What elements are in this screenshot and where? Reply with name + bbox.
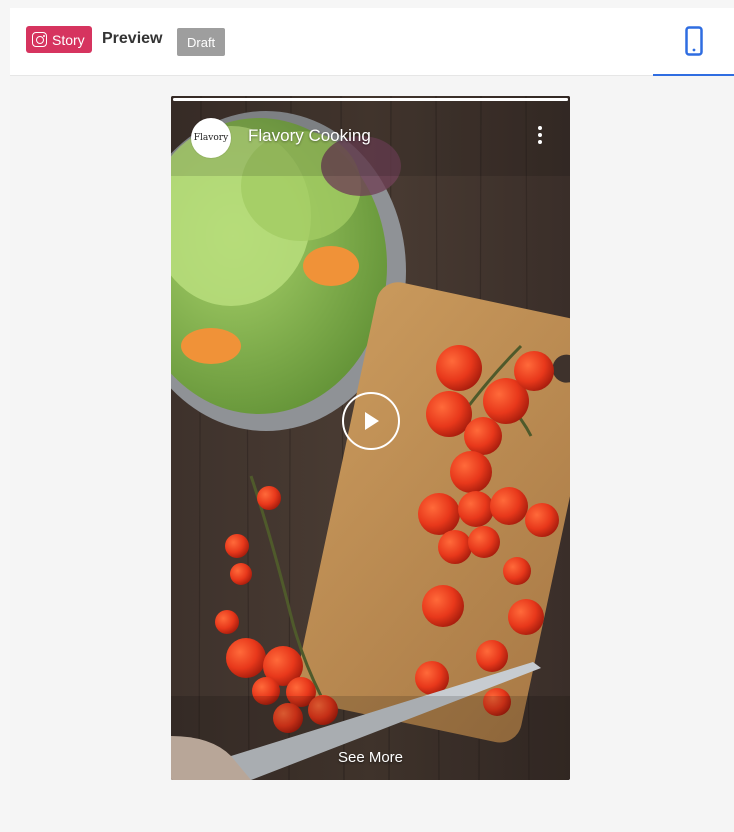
see-more-link[interactable]: See More bbox=[171, 749, 570, 766]
story-preview: Flavory Flavory Cooking See More bbox=[171, 96, 570, 780]
story-progress-fill bbox=[173, 98, 568, 101]
story-progress-bar bbox=[173, 98, 568, 101]
play-button[interactable] bbox=[342, 392, 400, 450]
page-title: Preview bbox=[102, 30, 163, 47]
status-badge: Draft bbox=[177, 28, 226, 56]
play-icon bbox=[365, 412, 379, 430]
mobile-phone-icon bbox=[684, 26, 703, 56]
preview-panel: Story Preview Draft Flavory Flavory Cook… bbox=[10, 8, 734, 832]
avatar: Flavory bbox=[191, 118, 231, 158]
story-badge: Story bbox=[26, 26, 92, 53]
more-vertical-icon[interactable] bbox=[533, 124, 547, 146]
account-name: Flavory Cooking bbox=[248, 126, 371, 145]
tab-mobile-preview[interactable] bbox=[653, 8, 734, 76]
preview-header: Story Preview Draft bbox=[10, 8, 734, 76]
instagram-icon bbox=[32, 32, 47, 47]
story-badge-label: Story bbox=[52, 31, 85, 48]
